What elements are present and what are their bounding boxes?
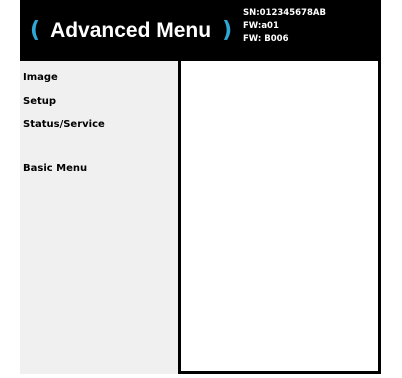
menu-title-group: ( Advanced Menu ) <box>30 16 232 46</box>
firmware-version-1: FW:a01 <box>243 21 279 31</box>
menu-sidebar: Image Setup Status/Service Basic Menu <box>20 61 178 374</box>
menu-item-setup[interactable]: Setup <box>23 94 56 110</box>
serial-number: SN:012345678AB <box>243 8 326 18</box>
content-panel <box>181 61 378 371</box>
menu-item-basic-menu[interactable]: Basic Menu <box>23 161 87 177</box>
menu-item-image[interactable]: Image <box>23 70 58 86</box>
advanced-menu-window: ( Advanced Menu ) SN:012345678AB FW:a01 … <box>20 0 381 374</box>
firmware-version-2: FW: B006 <box>243 34 289 44</box>
menu-item-status-service[interactable]: Status/Service <box>23 117 105 133</box>
device-info: SN:012345678AB FW:a01 FW: B006 <box>243 7 326 46</box>
title-close-paren: ) <box>222 18 233 43</box>
menu-header: ( Advanced Menu ) SN:012345678AB FW:a01 … <box>20 0 381 61</box>
title-open-paren: ( <box>30 18 41 43</box>
menu-title: Advanced Menu <box>50 19 212 42</box>
